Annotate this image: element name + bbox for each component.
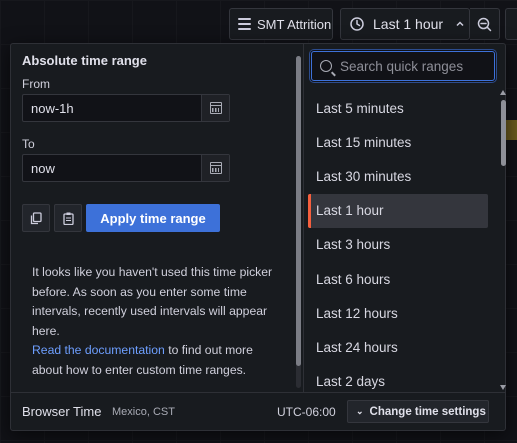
scroll-down-arrow-icon[interactable] [500, 385, 506, 390]
zoom-out-button[interactable] [470, 8, 500, 40]
chevron-up-icon [456, 21, 464, 27]
top-toolbar: SMT Attrition Last 1 hour [0, 8, 517, 40]
left-scroll-thumb[interactable] [296, 56, 301, 366]
absolute-range-pane: Absolute time range From now-1h To now A… [11, 44, 299, 392]
chevron-down-icon: ⌄ [356, 406, 364, 416]
quick-range-scroll-thumb[interactable] [501, 100, 506, 166]
quick-range-list: Last 5 minutes Last 15 minutes Last 30 min… [308, 91, 488, 399]
dashboard-button[interactable]: SMT Attrition [229, 8, 333, 40]
search-placeholder[interactable]: Search quick ranges [340, 59, 463, 74]
documentation-link[interactable]: Read the documentation [32, 343, 165, 357]
quick-range-item[interactable]: Last 30 minutes [308, 159, 488, 193]
quick-ranges-pane: Search quick ranges Last 5 minutes Last 1… [304, 44, 507, 392]
help-text: It looks like you haven't used this time… [32, 263, 282, 380]
timezone-name: Mexico, CST [112, 406, 175, 418]
copy-icon [30, 211, 42, 224]
time-range-button[interactable]: Last 1 hour [340, 8, 470, 40]
toolbar-more-button[interactable] [505, 8, 517, 40]
quick-range-scrollbar[interactable] [500, 90, 506, 390]
time-picker-panel: Absolute time range From now-1h To now A… [10, 43, 506, 431]
help-text-intro: It looks like you haven't used this time… [32, 265, 273, 338]
time-settings-footer: Browser Time Mexico, CST UTC-06:00 ⌄ Cha… [11, 392, 505, 430]
menu-icon [238, 18, 251, 30]
calendar-icon [209, 102, 222, 114]
time-range-label: Last 1 hour [373, 16, 444, 32]
apply-time-range-button[interactable]: Apply time range [86, 204, 220, 232]
clipboard-icon [62, 212, 74, 225]
quick-range-item[interactable]: Last 1 hour [308, 193, 488, 228]
quick-range-item[interactable]: Last 24 hours [308, 330, 488, 364]
to-field[interactable]: now [22, 154, 230, 182]
from-calendar-button[interactable] [201, 95, 229, 121]
absolute-range-title: Absolute time range [22, 53, 147, 68]
copy-time-range-button[interactable] [22, 204, 50, 232]
change-time-settings-button[interactable]: ⌄ Change time settings [347, 400, 489, 423]
quick-range-item[interactable]: Last 5 minutes [308, 91, 488, 125]
quick-range-item[interactable]: Last 6 hours [308, 262, 488, 296]
left-pane-scrollbar[interactable] [296, 56, 301, 388]
zoom-out-icon [477, 17, 492, 31]
utc-offset: UTC-06:00 [277, 405, 336, 419]
scroll-up-arrow-icon[interactable] [500, 90, 506, 95]
to-input[interactable]: now [23, 161, 201, 176]
quick-range-item[interactable]: Last 3 hours [308, 228, 488, 262]
from-field[interactable]: now-1h [22, 94, 230, 122]
quick-range-search[interactable]: Search quick ranges [311, 51, 495, 81]
quick-range-item[interactable]: Last 12 hours [308, 296, 488, 330]
clock-icon [350, 17, 364, 31]
dashboard-label: SMT Attrition [257, 16, 332, 32]
change-time-settings-label: Change time settings [369, 405, 486, 418]
to-label: To [22, 137, 35, 151]
timezone-label: Browser Time [22, 404, 102, 419]
from-input[interactable]: now-1h [23, 101, 201, 116]
calendar-icon [209, 162, 222, 174]
quick-range-item[interactable]: Last 15 minutes [308, 125, 488, 159]
from-label: From [22, 77, 50, 91]
paste-time-range-button[interactable] [54, 204, 82, 232]
to-calendar-button[interactable] [201, 155, 229, 181]
search-icon [320, 60, 332, 72]
